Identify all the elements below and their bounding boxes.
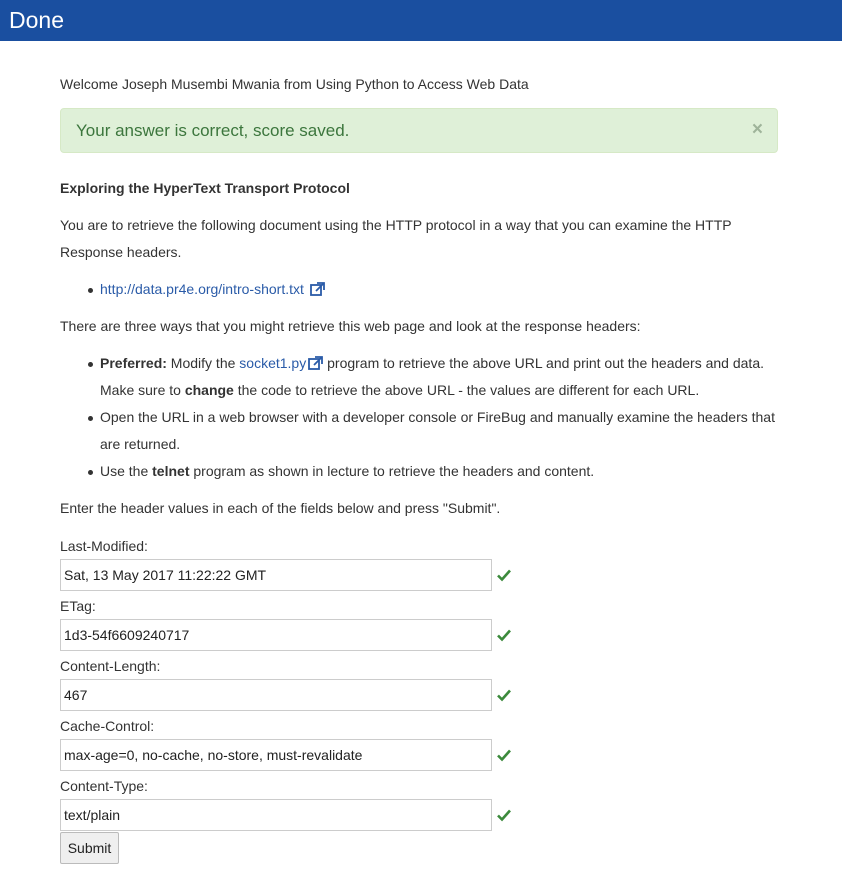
external-link-icon[interactable]: [309, 282, 325, 296]
check-icon: [497, 569, 511, 582]
close-icon[interactable]: ×: [752, 120, 763, 139]
list-item: http://data.pr4e.org/intro-short.txt: [60, 276, 780, 303]
list-item: Preferred: Modify the socket1.py program…: [60, 350, 780, 404]
preferred-label: Preferred:: [100, 355, 167, 371]
way-text: Modify the: [166, 355, 240, 371]
submit-button[interactable]: Submit: [60, 832, 119, 864]
list-item: Use the telnet program as shown in lectu…: [60, 458, 780, 485]
list-item: Open the URL in a web browser with a dev…: [60, 404, 780, 458]
top-bar: Done: [0, 0, 842, 41]
instructions-text: Enter the header values in each of the f…: [60, 500, 501, 516]
alert-message: Your answer is correct, score saved.: [76, 120, 350, 140]
last-modified-input[interactable]: [60, 559, 492, 591]
content-type-label: Content-Type:: [60, 778, 148, 794]
way-text: Use the: [100, 463, 153, 479]
content-length-label: Content-Length:: [60, 658, 161, 674]
etag-label: ETag:: [60, 598, 96, 614]
external-link-icon[interactable]: [308, 356, 324, 370]
check-icon: [497, 629, 511, 642]
change-label: change: [184, 382, 234, 398]
socket1-link[interactable]: socket1.py: [239, 355, 306, 371]
section-title: Exploring the HyperText Transport Protoc…: [60, 180, 350, 196]
ways-intro-text: There are three ways that you might retr…: [60, 318, 641, 334]
content-type-input[interactable]: [60, 799, 492, 831]
check-icon: [497, 809, 511, 822]
telnet-label: telnet: [152, 463, 190, 479]
ways-list: Preferred: Modify the socket1.py program…: [60, 350, 780, 485]
document-list: http://data.pr4e.org/intro-short.txt: [60, 276, 780, 303]
page-title: Done: [9, 7, 64, 33]
way-text: Open the URL in a web browser with a dev…: [100, 409, 775, 452]
etag-input[interactable]: [60, 619, 492, 651]
last-modified-label: Last-Modified:: [60, 538, 148, 554]
cache-control-label: Cache-Control:: [60, 718, 155, 734]
document-link[interactable]: http://data.pr4e.org/intro-short.txt: [100, 281, 304, 297]
way-text: the code to retrieve the above URL - the…: [233, 382, 700, 398]
welcome-text: Welcome Joseph Musembi Mwania from Using…: [60, 76, 529, 92]
cache-control-input[interactable]: [60, 739, 492, 771]
intro-text: You are to retrieve the following docume…: [60, 217, 732, 260]
check-icon: [497, 689, 511, 702]
check-icon: [497, 749, 511, 762]
content-length-input[interactable]: [60, 679, 492, 711]
way-text: program as shown in lecture to retrieve …: [189, 463, 595, 479]
success-alert: Your answer is correct, score saved. ×: [60, 108, 778, 153]
